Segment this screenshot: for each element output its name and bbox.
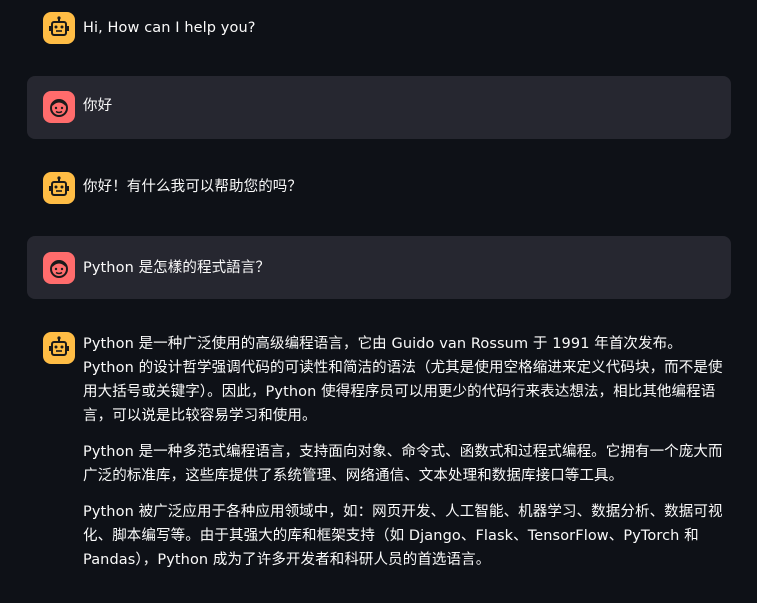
bot-icon <box>43 172 75 204</box>
message-text: 你好！有什么我可以帮助您的吗？ <box>83 175 723 199</box>
message-paragraph: Python 是怎樣的程式語言？ <box>83 260 270 276</box>
message-paragraph: Python 被广泛应用于各种应用领域中，如：网页开发、人工智能、机器学习、数据… <box>83 504 723 568</box>
chat-message-assistant: Python 是一种广泛使用的高级编程语言，它由 Guido van Rossu… <box>27 330 731 600</box>
message-paragraph: Python 是一种广泛使用的高级编程语言，它由 Guido van Rossu… <box>83 336 723 424</box>
bot-icon <box>43 12 75 44</box>
message-paragraph: Hi, How can I help you? <box>83 20 256 36</box>
user-face-icon <box>43 252 75 284</box>
message-paragraph: 你好！有什么我可以帮助您的吗？ <box>83 179 302 195</box>
message-text: 你好 <box>83 94 723 118</box>
chat-message-user: Python 是怎樣的程式語言？ <box>27 236 731 299</box>
message-text: Hi, How can I help you? <box>83 16 723 40</box>
chat-message-user: 你好 <box>27 76 731 139</box>
bot-icon <box>43 332 75 364</box>
chat-message-assistant: 你好！有什么我可以帮助您的吗？ <box>27 170 731 206</box>
chat-container: Hi, How can I help you? 你好 你好！有什么我可以帮助您的… <box>0 0 757 603</box>
message-paragraph: Python 是一种多范式编程语言，支持面向对象、命令式、函数式和过程式编程。它… <box>83 444 723 484</box>
chat-message-assistant: Hi, How can I help you? <box>27 10 731 46</box>
message-text: Python 是怎樣的程式語言？ <box>83 256 723 280</box>
user-face-icon <box>43 91 75 123</box>
message-text: Python 是一种广泛使用的高级编程语言，它由 Guido van Rossu… <box>83 332 723 572</box>
message-paragraph: 你好 <box>83 98 113 114</box>
